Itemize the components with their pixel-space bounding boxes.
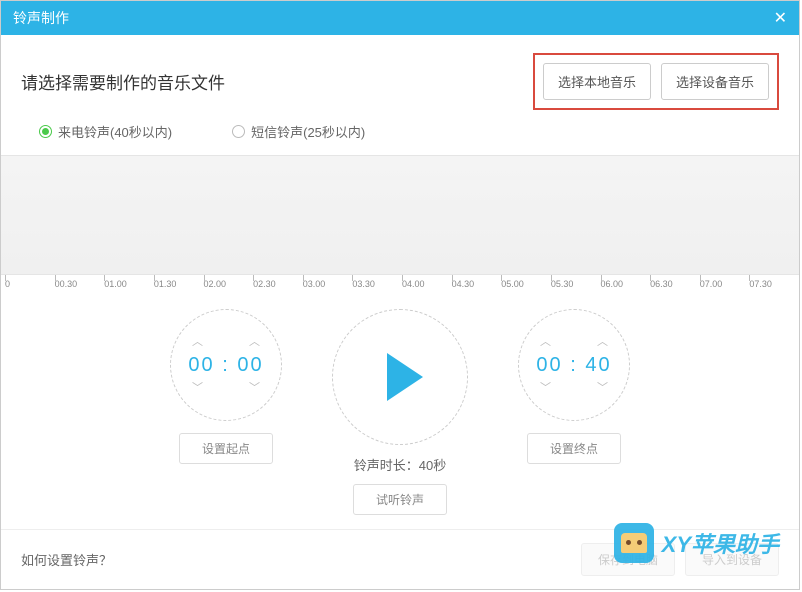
chevron-up-icon[interactable]: ︿ [591, 335, 614, 350]
top-section: 请选择需要制作的音乐文件 选择本地音乐 选择设备音乐 [1, 35, 799, 122]
controls-row: ︿ ︿ 00 : 00 ﹀ ﹀ 设置起点 铃声时长：40秒 试听铃声 ︿ [1, 289, 799, 515]
ringtone-type-radios: 来电铃声(40秒以内) 短信铃声(25秒以内) [1, 122, 799, 155]
ruler-tick: 07.00 [700, 279, 750, 289]
import-to-device-button[interactable]: 导入到设备 [685, 543, 779, 576]
play-block: 铃声时长：40秒 试听铃声 [332, 309, 468, 515]
play-button[interactable] [332, 309, 468, 445]
save-to-pc-button[interactable]: 保存到电脑 [581, 543, 675, 576]
chevron-up-icon[interactable]: ︿ [243, 335, 266, 350]
ruler-tick: 02.00 [204, 279, 254, 289]
instruction-heading: 请选择需要制作的音乐文件 [21, 69, 225, 94]
duration-label: 铃声时长：40秒 [354, 455, 446, 474]
ruler-tick: 01.30 [154, 279, 204, 289]
radio-icon [232, 125, 245, 138]
waveform-area[interactable] [1, 155, 799, 275]
end-point-block: ︿ ︿ 00 : 40 ﹀ ﹀ 设置终点 [518, 309, 630, 464]
ruler-tick: 03.00 [303, 279, 353, 289]
time-ruler: 000.3001.0001.3002.0002.3003.0003.3004.0… [1, 275, 799, 289]
ringtone-maker-window: 铃声制作 ✕ 请选择需要制作的音乐文件 选择本地音乐 选择设备音乐 来电铃声(4… [0, 0, 800, 590]
set-start-button[interactable]: 设置起点 [179, 433, 273, 464]
select-local-music-button[interactable]: 选择本地音乐 [543, 63, 651, 100]
end-time-circle: ︿ ︿ 00 : 40 ﹀ ﹀ [518, 309, 630, 421]
radio-incoming-call[interactable]: 来电铃声(40秒以内) [39, 122, 172, 141]
ruler-tick: 06.30 [650, 279, 700, 289]
ruler-tick: 05.00 [501, 279, 551, 289]
source-buttons-highlight: 选择本地音乐 选择设备音乐 [533, 53, 779, 110]
footer: 如何设置铃声？ 保存到电脑 导入到设备 [1, 529, 799, 589]
start-point-block: ︿ ︿ 00 : 00 ﹀ ﹀ 设置起点 [170, 309, 282, 464]
chevron-down-icon[interactable]: ﹀ [243, 381, 266, 396]
start-time-circle: ︿ ︿ 00 : 00 ﹀ ﹀ [170, 309, 282, 421]
start-time-value: 00 : 00 [188, 354, 263, 377]
ruler-tick: 04.30 [452, 279, 502, 289]
close-icon[interactable]: ✕ [774, 8, 787, 28]
radio-label: 来电铃声(40秒以内) [58, 122, 172, 141]
ruler-tick: 0 [5, 279, 55, 289]
ruler-tick: 05.30 [551, 279, 601, 289]
titlebar: 铃声制作 ✕ [1, 1, 799, 35]
ruler-tick: 03.30 [352, 279, 402, 289]
chevron-down-icon[interactable]: ﹀ [591, 381, 614, 396]
ruler-tick: 02.30 [253, 279, 303, 289]
ruler-tick: 00.30 [55, 279, 105, 289]
ruler-tick: 04.00 [402, 279, 452, 289]
radio-sms[interactable]: 短信铃声(25秒以内) [232, 122, 365, 141]
radio-label: 短信铃声(25秒以内) [251, 122, 365, 141]
footer-actions: 保存到电脑 导入到设备 [581, 543, 779, 576]
help-link[interactable]: 如何设置铃声？ [21, 550, 112, 569]
chevron-down-icon[interactable]: ﹀ [534, 381, 557, 396]
ruler-tick: 01.00 [104, 279, 154, 289]
window-title: 铃声制作 [13, 8, 69, 28]
preview-ringtone-button[interactable]: 试听铃声 [353, 484, 447, 515]
radio-icon [39, 125, 52, 138]
ruler-tick: 07.30 [749, 279, 799, 289]
end-time-value: 00 : 40 [536, 354, 611, 377]
play-icon [387, 353, 423, 401]
set-end-button[interactable]: 设置终点 [527, 433, 621, 464]
chevron-down-icon[interactable]: ﹀ [186, 381, 209, 396]
select-device-music-button[interactable]: 选择设备音乐 [661, 63, 769, 100]
chevron-up-icon[interactable]: ︿ [534, 335, 557, 350]
chevron-up-icon[interactable]: ︿ [186, 335, 209, 350]
ruler-tick: 06.00 [601, 279, 651, 289]
